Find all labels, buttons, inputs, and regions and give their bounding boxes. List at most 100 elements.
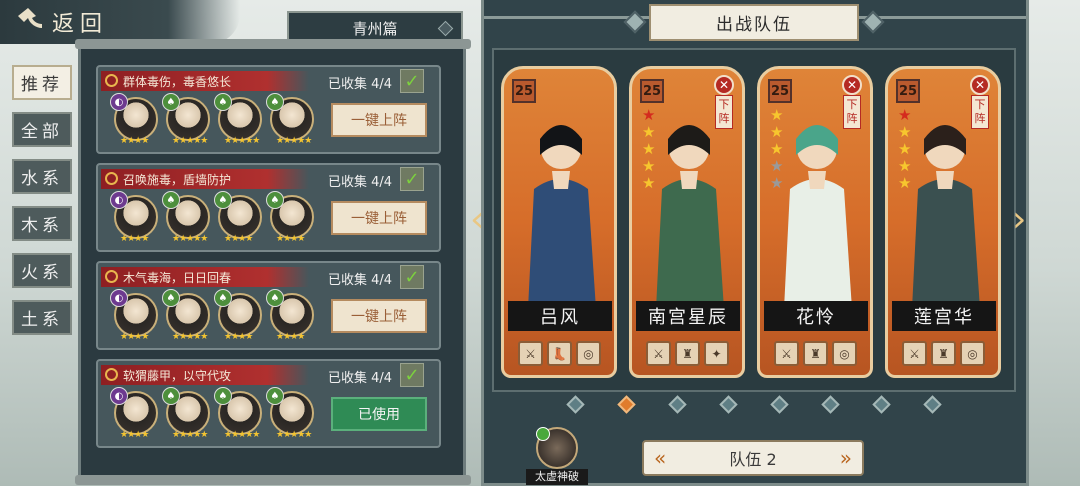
hero-portrait[interactable]: ♠ ★★★★★ xyxy=(266,93,314,146)
portrait-stars: ★★★★ xyxy=(120,136,149,146)
dismiss-button[interactable]: 下阵 xyxy=(715,95,733,129)
portrait-stars: ★★★★ xyxy=(120,332,149,342)
check-icon: ✓ xyxy=(400,265,424,289)
hero-portrait[interactable]: ♠ ★★★★★ xyxy=(162,93,210,146)
tab-fire[interactable]: 火系 xyxy=(12,253,72,288)
team-title-text: 木气毒海，日日回春 xyxy=(123,270,232,285)
element-icon: ♠ xyxy=(214,191,232,209)
scroll-rod-top xyxy=(75,39,471,49)
collected-count: 已收集 4/4 xyxy=(328,273,393,288)
equipment-slot[interactable]: ◎ xyxy=(576,341,601,366)
hero-portrait[interactable]: ♠ ★★★★ xyxy=(266,191,314,244)
check-icon: ✓ xyxy=(400,69,424,93)
skill-button[interactable]: 太虚神破 xyxy=(526,425,588,485)
hero-level: 25 xyxy=(896,79,920,103)
element-icon: ♠ xyxy=(214,387,232,405)
page-dot[interactable] xyxy=(872,395,891,414)
hero-portrait[interactable]: ♠ ★★★★ xyxy=(214,191,262,244)
back-button[interactable]: 返回 xyxy=(0,0,240,44)
element-icon: ◐ xyxy=(110,93,128,111)
tab-recommend[interactable]: 推荐 xyxy=(12,65,72,100)
dismiss-button[interactable]: 下阵 xyxy=(971,95,989,129)
element-icon: ♠ xyxy=(214,289,232,307)
equipment-slot[interactable]: ◎ xyxy=(960,341,985,366)
team-title-text: 群体毒伤，毒香悠长 xyxy=(123,74,232,89)
element-icon: ◐ xyxy=(110,387,128,405)
deploy-button[interactable]: 一键上阵 xyxy=(331,103,427,137)
equipment-slot[interactable]: ⚔ xyxy=(902,341,927,366)
team-list-panel[interactable]: 群体毒伤，毒香悠长 已收集 4/4 ✓ ◐ ★★★★ ♠ ★★★★★ ♠ ★★★… xyxy=(75,39,471,485)
team-selector[interactable]: « 队伍 2 » xyxy=(642,440,864,476)
hero-level: 25 xyxy=(768,79,792,103)
hero-portrait[interactable]: ◐ ★★★★ xyxy=(110,387,158,440)
deploy-button[interactable]: 一键上阵 xyxy=(331,299,427,333)
hero-card[interactable]: 25 ★ ★ ★ ★ ★ ✕ 下阵 莲宫华 ⚔ ♜ ◎ xyxy=(885,66,1001,378)
dismiss-button[interactable]: 下阵 xyxy=(843,95,861,129)
close-icon[interactable]: ✕ xyxy=(970,75,990,95)
hero-portrait[interactable]: ◐ ★★★★ xyxy=(110,93,158,146)
hero-portrait[interactable]: ♠ ★★★★★ xyxy=(214,93,262,146)
hero-name: 莲宫华 xyxy=(892,301,996,331)
page-dot[interactable] xyxy=(566,395,585,414)
page-dot[interactable] xyxy=(617,395,636,414)
equipment-slot[interactable]: ♜ xyxy=(931,341,956,366)
hero-portrait[interactable]: ◐ ★★★★ xyxy=(110,289,158,342)
team-next-icon[interactable]: » xyxy=(840,447,852,469)
equipment-slot[interactable]: ⚔ xyxy=(774,341,799,366)
hero-figure xyxy=(912,125,980,309)
prev-arrow-icon[interactable]: ‹ xyxy=(470,200,494,240)
deploy-button[interactable]: 一键上阵 xyxy=(331,201,427,235)
hero-portrait[interactable]: ♠ ★★★★★ xyxy=(214,387,262,440)
close-icon[interactable]: ✕ xyxy=(842,75,862,95)
portrait-stars: ★★★★★ xyxy=(224,430,260,440)
tab-earth[interactable]: 土系 xyxy=(12,300,72,335)
element-icon: ♠ xyxy=(214,93,232,111)
portrait-stars: ★★★★ xyxy=(120,430,149,440)
hero-portrait[interactable]: ♠ ★★★★★ xyxy=(162,289,210,342)
team-card: 召唤施毒，盾墙防护 已收集 4/4 ✓ ◐ ★★★★ ♠ ★★★★★ ♠ ★★★… xyxy=(96,163,441,252)
hero-portrait[interactable]: ♠ ★★★★★ xyxy=(162,387,210,440)
hero-card[interactable]: 25 吕风 ⚔ 👢 ◎ xyxy=(501,66,617,378)
equipment-row: ⚔ ♜ ◎ xyxy=(774,341,858,367)
hero-portrait[interactable]: ♠ ★★★★★ xyxy=(162,191,210,244)
equipment-slot[interactable]: ◎ xyxy=(832,341,857,366)
team-prev-icon[interactable]: « xyxy=(654,447,666,469)
next-arrow-icon[interactable]: › xyxy=(1012,200,1036,240)
equipment-slot[interactable]: ⚔ xyxy=(518,341,543,366)
team-card: 群体毒伤，毒香悠长 已收集 4/4 ✓ ◐ ★★★★ ♠ ★★★★★ ♠ ★★★… xyxy=(96,65,441,154)
equipment-row: ⚔ ♜ ◎ xyxy=(902,341,986,367)
equipment-slot[interactable]: ✦ xyxy=(704,341,729,366)
element-icon: ◐ xyxy=(110,191,128,209)
equipment-slot[interactable]: ⚔ xyxy=(646,341,671,366)
collected-count: 已收集 4/4 xyxy=(328,77,393,92)
page-dot[interactable] xyxy=(821,395,840,414)
hero-portrait[interactable]: ♠ ★★★★ xyxy=(214,289,262,342)
hero-card[interactable]: 25 ★ ★ ★ ★ ★ ✕ 下阵 花怜 ⚔ ♜ ◎ xyxy=(757,66,873,378)
check-icon: ✓ xyxy=(400,363,424,387)
close-icon[interactable]: ✕ xyxy=(714,75,734,95)
page-dot[interactable] xyxy=(770,395,789,414)
page-dot[interactable] xyxy=(923,395,942,414)
team-title-text: 软猬藤甲，以守代攻 xyxy=(123,368,232,383)
portrait-stars: ★★★★★ xyxy=(276,430,312,440)
equipment-slot[interactable]: ♜ xyxy=(675,341,700,366)
hero-portrait[interactable]: ♠ ★★★★ xyxy=(266,289,314,342)
tab-water[interactable]: 水系 xyxy=(12,159,72,194)
hero-portrait[interactable]: ♠ ★★★★★ xyxy=(266,387,314,440)
hero-card[interactable]: 25 ★ ★ ★ ★ ★ ✕ 下阵 南宫星辰 ⚔ ♜ ✦ xyxy=(629,66,745,378)
check-icon: ✓ xyxy=(400,167,424,191)
skill-badge-icon xyxy=(536,427,550,441)
equipment-slot[interactable]: 👢 xyxy=(547,341,572,366)
element-icon: ◐ xyxy=(110,289,128,307)
page-dot[interactable] xyxy=(719,395,738,414)
equipment-slot[interactable]: ♜ xyxy=(803,341,828,366)
diamond-icon xyxy=(437,20,454,37)
hero-figure xyxy=(656,125,724,309)
portrait-stars: ★★★★★ xyxy=(172,234,208,244)
deploy-button[interactable]: 已使用 xyxy=(331,397,427,431)
tab-all[interactable]: 全部 xyxy=(12,112,72,147)
battle-title: 出战队伍 xyxy=(649,4,859,41)
page-dot[interactable] xyxy=(668,395,687,414)
hero-portrait[interactable]: ◐ ★★★★ xyxy=(110,191,158,244)
tab-wood[interactable]: 木系 xyxy=(12,206,72,241)
